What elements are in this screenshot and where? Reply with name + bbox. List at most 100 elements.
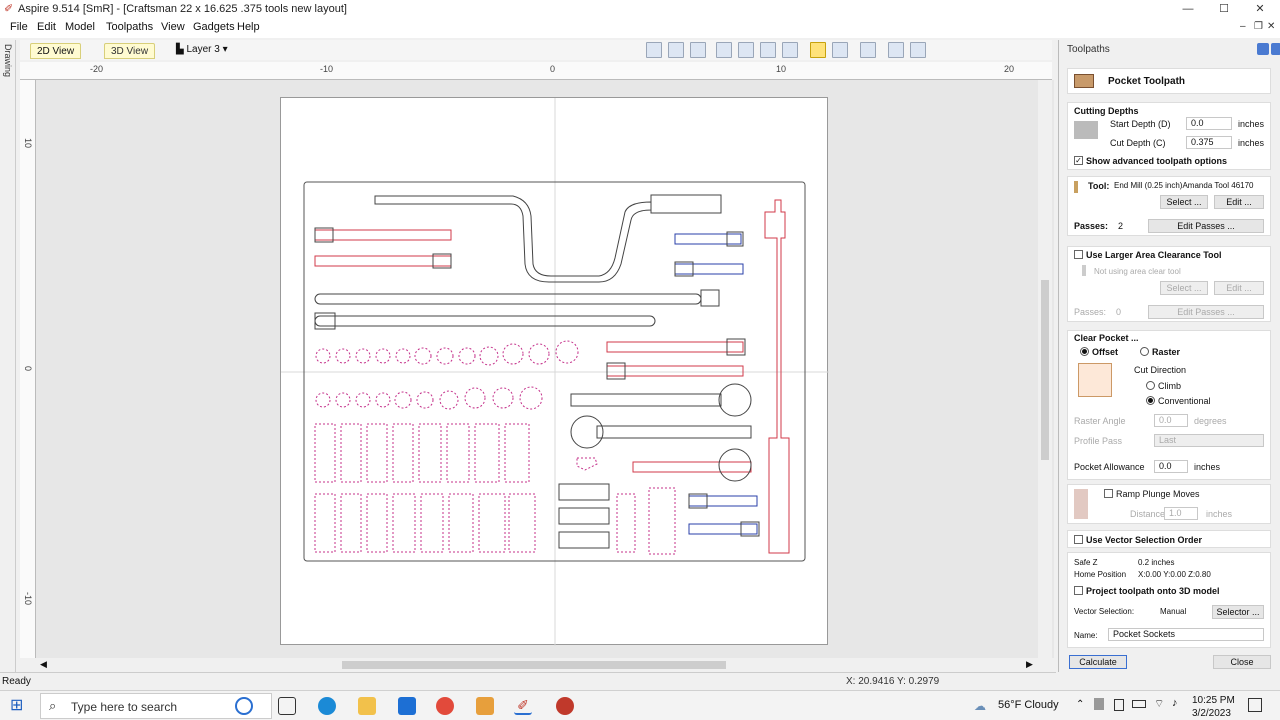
layout-left-icon[interactable] [888,42,904,58]
pan-icon[interactable] [716,42,732,58]
raster-radio[interactable] [1140,347,1149,356]
zoom-box-icon[interactable] [646,42,662,58]
menu-gadgets[interactable]: Gadgets [193,21,235,33]
raster-angle-input[interactable]: 0.0 [1154,414,1188,427]
menu-help[interactable]: Help [237,21,260,33]
volume-icon[interactable]: ♪ [1172,697,1178,709]
pocket-allowance-input[interactable]: 0.0 [1154,460,1188,473]
wifi-icon[interactable]: ⌔ [1154,697,1164,711]
task-view-icon[interactable] [278,697,296,715]
zoom-selection-icon[interactable] [782,42,798,58]
calculate-button[interactable]: Calculate [1069,655,1127,669]
aspire-taskbar-icon[interactable]: ✐ [514,697,532,715]
drawing-tab[interactable]: Drawing [3,44,13,77]
home-position-label: Home Position [1074,570,1127,579]
ruler-icon[interactable] [668,42,684,58]
cut-depth-input[interactable]: 0.375 [1186,136,1232,149]
menu-file[interactable]: File [10,21,28,33]
mdi-close-icon[interactable]: ✕ [1267,21,1275,32]
panel-expand-icon[interactable] [1271,43,1280,55]
status-text: Ready [2,676,31,687]
mdi-restore-icon[interactable]: ❐ [1254,21,1263,32]
battery-icon[interactable] [1132,700,1146,708]
app-grid-icon[interactable] [476,697,494,715]
horizontal-scrollbar[interactable]: ◀ ▶ [36,658,1038,672]
clock-time[interactable]: 10:25 PM [1192,695,1235,706]
clock-date[interactable]: 3/2/2023 [1192,708,1231,719]
close-button[interactable]: ✕ [1242,1,1278,17]
tab-3d-view[interactable]: 3D View [104,43,156,59]
horizontal-ruler: -20 -10 0 10 20 [20,62,1052,80]
layout-right-icon[interactable] [910,42,926,58]
clearance-edit-passes-button[interactable]: Edit Passes ... [1148,305,1264,319]
aspire-app-icon[interactable]: ✐ [4,3,14,15]
taskbar-search-box[interactable]: ⌕ Type here to search [40,693,272,719]
toolpath-name-input[interactable]: Pocket Sockets [1108,628,1264,641]
vector-drawing[interactable] [281,98,829,646]
edge-browser-icon[interactable] [318,697,336,715]
ramp-distance-label: Distance [1130,509,1166,519]
offset-radio[interactable] [1080,347,1089,356]
tool-section: Tool: End Mill (0.25 inch)Amanda Tool 46… [1067,176,1271,236]
zoom-fit-icon[interactable] [760,42,776,58]
clearance-select-button[interactable]: Select ... [1160,281,1208,295]
maximize-button[interactable]: ☐ [1206,1,1242,17]
menu-toolpaths[interactable]: Toolpaths [106,21,153,33]
vector-order-checkbox[interactable] [1074,535,1083,544]
pin-icon[interactable] [1257,43,1269,55]
scroll-right-icon[interactable]: ▶ [1026,659,1033,670]
start-depth-input[interactable]: 0.0 [1186,117,1232,130]
profile-pass-select[interactable]: Last [1154,434,1264,447]
clearance-edit-button[interactable]: Edit ... [1214,281,1264,295]
tray-chevron-icon[interactable]: ⌃ [1076,699,1084,710]
tool-edit-button[interactable]: Edit ... [1214,195,1264,209]
grid-icon[interactable] [690,42,706,58]
layer-selector[interactable]: ▙ Layer 3 ▾ [176,44,228,55]
minimize-button[interactable]: — [1170,1,1206,17]
horizontal-scroll-thumb[interactable] [342,661,726,669]
zoom-in-icon[interactable] [738,42,754,58]
pocket-toolpath-header: Pocket Toolpath [1067,68,1271,94]
usb-icon[interactable] [1114,699,1124,711]
mdi-minimize-icon[interactable]: – [1240,21,1246,32]
notification-icon[interactable] [1248,698,1262,712]
snap-icon[interactable] [810,42,826,58]
menu-view[interactable]: View [161,21,185,33]
tray-app-icon[interactable] [1094,698,1104,710]
lightbulb-icon[interactable] [860,42,876,58]
ramp-icon [1074,489,1088,519]
safe-z-label: Safe Z [1074,558,1098,567]
close-panel-button[interactable]: Close [1213,655,1271,669]
selector-button[interactable]: Selector ... [1212,605,1264,619]
cutting-depths-section: Cutting Depths Start Depth (D) 0.0 inche… [1067,102,1271,170]
climb-radio[interactable] [1146,381,1155,390]
layer-label: Layer 3 ▾ [186,44,228,55]
menu-edit[interactable]: Edit [37,21,56,33]
menu-model[interactable]: Model [65,21,95,33]
conventional-radio[interactable] [1146,396,1155,405]
tool-select-button[interactable]: Select ... [1160,195,1208,209]
vertical-scroll-thumb[interactable] [1041,280,1049,460]
edit-passes-button[interactable]: Edit Passes ... [1148,219,1264,233]
ramp-plunge-checkbox[interactable] [1104,489,1113,498]
file-explorer-icon[interactable] [358,697,376,715]
ramp-distance-input[interactable]: 1.0 [1164,507,1198,520]
drawing-canvas[interactable] [36,80,1054,658]
larger-area-clearance-checkbox[interactable] [1074,250,1083,259]
toolpath-preview-icon[interactable] [832,42,848,58]
advanced-options-checkbox[interactable]: ✓ [1074,156,1083,165]
passes-label: Passes: [1074,221,1109,231]
windows-start-icon[interactable]: ⊞ [10,697,28,715]
tab-2d-view[interactable]: 2D View [30,43,82,59]
chrome-icon[interactable] [436,697,454,715]
project-3d-checkbox[interactable] [1074,586,1083,595]
vertical-scrollbar[interactable] [1038,80,1052,658]
clearance-tool-icon [1082,265,1086,276]
weather-text[interactable]: 56°F Cloudy [998,699,1059,711]
offset-pattern-icon [1078,363,1112,397]
ramp-plunge-label: Ramp Plunge Moves [1116,489,1200,499]
scroll-left-icon[interactable]: ◀ [40,659,47,670]
mail-icon[interactable] [398,697,416,715]
recorder-icon[interactable] [556,697,574,715]
clearance-passes-label: Passes: [1074,307,1107,317]
